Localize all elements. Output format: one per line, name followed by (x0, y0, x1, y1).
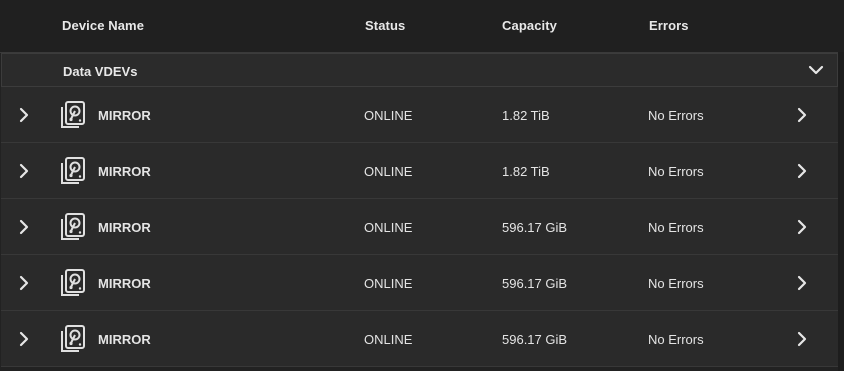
device-status: ONLINE (364, 108, 413, 123)
harddisk-mirror-icon (61, 213, 85, 240)
column-header-status[interactable]: Status (365, 18, 405, 33)
chevron-right-icon[interactable] (15, 218, 33, 236)
chevron-right-icon[interactable] (15, 330, 33, 348)
chevron-right-icon[interactable] (15, 274, 33, 292)
device-status: ONLINE (364, 164, 413, 179)
device-capacity: 1.82 TiB (502, 108, 550, 123)
group-row-data-vdevs[interactable]: Data VDEVs (1, 53, 838, 87)
scrollbar-track[interactable] (838, 52, 844, 371)
device-errors: No Errors (648, 220, 704, 235)
devices-table: Device Name Status Capacity Errors Data … (0, 0, 844, 371)
harddisk-mirror-icon (61, 269, 85, 296)
device-name: MIRROR (98, 108, 151, 123)
device-capacity: 596.17 GiB (502, 276, 568, 291)
table-header: Device Name Status Capacity Errors (0, 0, 844, 53)
device-capacity: 1.82 TiB (502, 164, 550, 179)
table-row[interactable]: MIRROR ONLINE 1.82 TiB No Errors (1, 143, 838, 199)
harddisk-mirror-icon (61, 157, 85, 184)
device-status: ONLINE (364, 276, 413, 291)
device-errors: No Errors (648, 164, 704, 179)
harddisk-mirror-icon (61, 325, 85, 352)
chevron-right-icon[interactable] (793, 218, 811, 236)
chevron-right-icon[interactable] (793, 162, 811, 180)
column-header-errors[interactable]: Errors (649, 18, 689, 33)
table-row[interactable]: MIRROR ONLINE 596.17 GiB No Errors (1, 199, 838, 255)
chevron-right-icon[interactable] (793, 106, 811, 124)
chevron-right-icon[interactable] (793, 274, 811, 292)
device-name: MIRROR (98, 220, 151, 235)
table-row[interactable]: MIRROR ONLINE 596.17 GiB No Errors (1, 311, 838, 367)
device-name: MIRROR (98, 164, 151, 179)
device-status: ONLINE (364, 332, 413, 347)
harddisk-mirror-icon (61, 101, 85, 128)
table-row[interactable]: MIRROR ONLINE 596.17 GiB No Errors (1, 255, 838, 311)
vdev-list: MIRROR ONLINE 1.82 TiB No Errors MIRROR … (1, 87, 838, 367)
chevron-down-icon[interactable] (807, 61, 825, 79)
chevron-right-icon[interactable] (15, 162, 33, 180)
device-errors: No Errors (648, 108, 704, 123)
device-errors: No Errors (648, 332, 704, 347)
device-capacity: 596.17 GiB (502, 220, 568, 235)
device-status: ONLINE (364, 220, 413, 235)
chevron-right-icon[interactable] (15, 106, 33, 124)
device-name: MIRROR (98, 276, 151, 291)
table-row[interactable]: MIRROR ONLINE 1.82 TiB No Errors (1, 87, 838, 143)
chevron-right-icon[interactable] (793, 330, 811, 348)
column-header-capacity[interactable]: Capacity (502, 18, 557, 33)
device-capacity: 596.17 GiB (502, 332, 568, 347)
column-header-device-name[interactable]: Device Name (62, 18, 144, 33)
group-label: Data VDEVs (63, 64, 138, 79)
device-errors: No Errors (648, 276, 704, 291)
device-name: MIRROR (98, 332, 151, 347)
